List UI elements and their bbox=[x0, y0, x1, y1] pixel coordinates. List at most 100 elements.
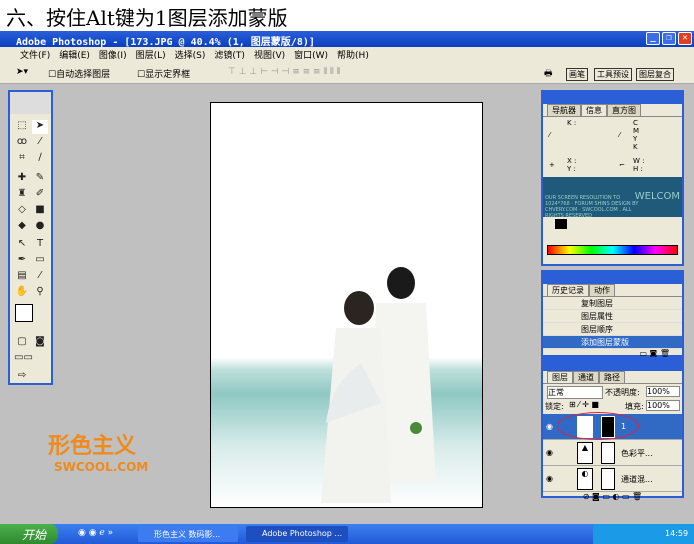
path-select-icon[interactable]: ↖ bbox=[14, 238, 30, 252]
menu-help[interactable]: 帮助(H) bbox=[337, 48, 369, 62]
document-canvas[interactable] bbox=[210, 102, 483, 508]
standard-mode-icon[interactable]: ▢ bbox=[14, 336, 30, 350]
magic-wand-icon[interactable]: ⁄ bbox=[32, 136, 48, 150]
slice-tool-icon[interactable]: ∕ bbox=[32, 152, 48, 166]
tab-paths[interactable]: 路径 bbox=[599, 371, 625, 383]
task-browser[interactable]: 形色主义 数码影... bbox=[138, 526, 238, 542]
eyedropper-icon[interactable]: ⁄ bbox=[32, 270, 48, 284]
task-photoshop[interactable]: Adobe Photoshop ... bbox=[246, 526, 348, 542]
lasso-tool-icon[interactable]: ꝏ bbox=[14, 136, 30, 150]
crosshair-icon: + bbox=[549, 161, 555, 169]
tab-actions[interactable]: 动作 bbox=[589, 284, 615, 296]
color-swatch[interactable] bbox=[555, 219, 567, 229]
tab-tool-presets[interactable]: 工具预设 bbox=[594, 68, 632, 81]
healing-brush-icon[interactable]: ✚ bbox=[14, 172, 30, 186]
quickmask-mode-icon[interactable]: ◙ bbox=[32, 336, 48, 350]
banner-text: OUR SCREEN RESOLUTION TO 1024*768 · FORU… bbox=[545, 195, 639, 217]
mask-thumbnail[interactable] bbox=[601, 442, 615, 464]
screen-mode-icon[interactable]: ▭▭ bbox=[14, 352, 33, 366]
show-bounds-checkbox[interactable]: ☐显示定界框 bbox=[137, 67, 190, 80]
eraser-tool-icon[interactable]: ◇ bbox=[14, 204, 30, 218]
crop-tool-icon[interactable]: ⌗ bbox=[14, 152, 30, 166]
type-tool-icon[interactable]: T bbox=[32, 238, 48, 252]
marquee-tool-icon[interactable]: ⬚ bbox=[14, 120, 30, 134]
start-label: 开始 bbox=[22, 528, 47, 542]
history-brush-icon[interactable]: ✐ bbox=[32, 188, 48, 202]
watermark-logo: 形色主义 SWCOOL.COM bbox=[48, 428, 148, 474]
tab-history[interactable]: 历史记录 bbox=[547, 284, 589, 296]
hand-tool-icon[interactable]: ✋ bbox=[14, 286, 30, 300]
printer-icon[interactable]: 🖶 bbox=[544, 66, 553, 82]
blend-mode-select[interactable]: 正常 bbox=[547, 386, 603, 399]
eye-icon[interactable]: ◉ bbox=[546, 474, 553, 483]
history-item-selected[interactable]: 添加图层蒙版 bbox=[543, 336, 682, 349]
panel-header[interactable] bbox=[543, 92, 682, 104]
tab-layer-comps[interactable]: 图层复合 bbox=[636, 68, 674, 81]
layer-row[interactable]: ◉ ▲ 色彩平... bbox=[543, 440, 682, 466]
tab-channels[interactable]: 通道 bbox=[573, 371, 599, 383]
layer-row-selected[interactable]: ◉ 1 bbox=[543, 412, 682, 440]
notes-tool-icon[interactable]: ▤ bbox=[14, 270, 30, 284]
tab-layers[interactable]: 图层 bbox=[547, 371, 573, 383]
layers-panel: 图层 通道 路径 正常 不透明度: 100% 锁定: ⊞ ⁄ ✛ ■ 填充: 1… bbox=[541, 357, 684, 501]
panel-header[interactable] bbox=[543, 359, 682, 371]
menu-file[interactable]: 文件(F) bbox=[20, 48, 50, 62]
clock: 14:59 bbox=[665, 529, 689, 538]
stamp-tool-icon[interactable]: ♜ bbox=[14, 188, 30, 202]
eye-icon[interactable]: ◉ bbox=[546, 422, 553, 431]
fill-label: 填充: bbox=[625, 402, 644, 411]
minimize-button[interactable]: _ bbox=[646, 32, 660, 45]
history-panel: 历史记录 动作 复制图层 图层属性 图层顺序 添加图层蒙版 ▭ ◙ 🗑 bbox=[541, 270, 684, 358]
pen-tool-icon[interactable]: ✒ bbox=[14, 254, 30, 268]
zoom-tool-icon[interactable]: ⚲ bbox=[32, 286, 48, 300]
tab-info[interactable]: 信息 bbox=[581, 104, 607, 116]
brush-tool-icon[interactable]: ✎ bbox=[32, 172, 48, 186]
menu-window[interactable]: 窗口(W) bbox=[294, 48, 328, 62]
highlight-circle bbox=[557, 412, 639, 440]
gradient-tool-icon[interactable]: ■ bbox=[32, 204, 48, 218]
foreground-color[interactable] bbox=[15, 304, 33, 322]
menu-filter[interactable]: 滤镜(T) bbox=[214, 48, 245, 62]
taskbar: 开始 ◉ ◉ ℯ » 形色主义 数码影... Adobe Photoshop .… bbox=[0, 524, 694, 544]
layer-row[interactable]: ◉ ◐ 通道混... bbox=[543, 466, 682, 492]
k-readout: K : bbox=[567, 119, 577, 127]
adjustment-icon: ◐ bbox=[577, 468, 593, 490]
size-icon: ⌐ bbox=[619, 161, 625, 169]
mask-thumbnail[interactable] bbox=[601, 468, 615, 490]
lock-icons[interactable]: ⊞ ⁄ ✛ ■ bbox=[569, 400, 599, 409]
fill-input[interactable]: 100% bbox=[646, 400, 680, 411]
panel-header[interactable] bbox=[543, 272, 682, 284]
options-bar: ➤▾ ☐自动选择图层 ☐显示定界框 ⊤ ⊥ ⊥ ⊢ ⊣ ⊣ ≡ ≡ ≡ ⫴ ⫴ … bbox=[0, 62, 694, 84]
auto-select-checkbox[interactable]: ☐自动选择图层 bbox=[48, 67, 110, 80]
watermark-en: SWCOOL.COM bbox=[54, 460, 149, 474]
align-buttons[interactable]: ⊤ ⊥ ⊥ ⊢ ⊣ ⊣ ≡ ≡ ≡ ⫴ ⫴ ⫴ bbox=[228, 67, 340, 77]
blur-tool-icon[interactable]: ◆ bbox=[14, 220, 30, 234]
move-tool-icon[interactable]: ➤ bbox=[32, 120, 48, 134]
banner-image: OUR SCREEN RESOLUTION TO 1024*768 · FORU… bbox=[543, 177, 682, 217]
move-tool-icon[interactable]: ➤▾ bbox=[16, 67, 28, 77]
menu-image[interactable]: 图像(I) bbox=[99, 48, 127, 62]
maximize-button[interactable]: ❐ bbox=[662, 32, 676, 45]
eye-icon[interactable]: ◉ bbox=[546, 448, 553, 457]
menu-select[interactable]: 选择(S) bbox=[175, 48, 206, 62]
feather-logo bbox=[10, 92, 51, 114]
tab-brushes[interactable]: 画笔 bbox=[566, 68, 588, 81]
menu-edit[interactable]: 编辑(E) bbox=[59, 48, 90, 62]
shape-tool-icon[interactable]: ▭ bbox=[32, 254, 48, 268]
jump-to-imageready-icon[interactable]: ⇨ bbox=[14, 370, 30, 384]
tab-navigator[interactable]: 导航器 bbox=[547, 104, 581, 116]
quick-launch-icons[interactable]: ◉ ◉ ℯ » bbox=[78, 528, 113, 538]
opacity-input[interactable]: 100% bbox=[646, 386, 680, 397]
layers-footer-buttons[interactable]: ⊘ ◙ ▭ ◐ ▭ 🗑 bbox=[543, 492, 682, 501]
menu-bar: 文件(F) 编辑(E) 图像(I) 图层(L) 选择(S) 滤镜(T) 视图(V… bbox=[0, 47, 694, 62]
dodge-tool-icon[interactable]: ● bbox=[32, 220, 48, 234]
start-button[interactable]: 开始 bbox=[0, 524, 58, 544]
tab-histogram[interactable]: 直方图 bbox=[607, 104, 641, 116]
menu-view[interactable]: 视图(V) bbox=[254, 48, 285, 62]
history-item[interactable]: 图层顺序 bbox=[543, 323, 682, 336]
close-button[interactable]: ✕ bbox=[678, 32, 692, 45]
history-item[interactable]: 复制图层 bbox=[543, 297, 682, 310]
color-ramp[interactable] bbox=[547, 245, 678, 255]
history-item[interactable]: 图层属性 bbox=[543, 310, 682, 323]
menu-layer[interactable]: 图层(L) bbox=[136, 48, 166, 62]
